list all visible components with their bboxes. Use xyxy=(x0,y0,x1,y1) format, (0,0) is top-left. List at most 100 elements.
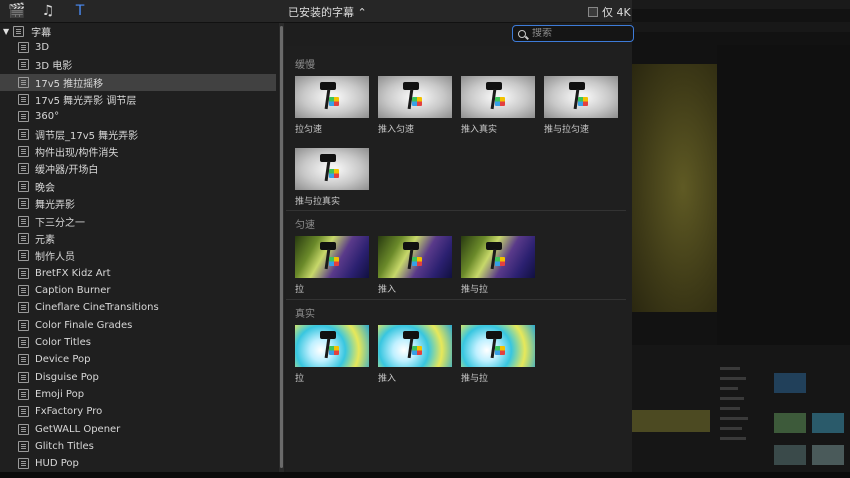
clip-thumbnail[interactable] xyxy=(774,445,806,465)
sidebar-item[interactable]: Color Titles xyxy=(0,334,276,351)
sidebar-item[interactable]: 3D xyxy=(0,39,276,56)
list-line xyxy=(720,407,740,410)
browser-title[interactable]: 已安装的字幕 ⌃ xyxy=(288,4,367,20)
sidebar-item[interactable]: Caption Burner xyxy=(0,282,276,299)
sidebar-item[interactable]: 17v5 舞光弄影 调节层 xyxy=(0,91,276,108)
only-4k-checkbox[interactable] xyxy=(588,7,598,17)
title-thumbnail[interactable] xyxy=(544,76,618,118)
background-app-menubar xyxy=(632,0,850,9)
gimbal-camera-icon xyxy=(483,82,505,110)
title-tile-label: 推入 xyxy=(378,374,397,384)
music-icon[interactable]: ♫ xyxy=(40,3,56,19)
title-tile[interactable]: 拉 xyxy=(295,236,369,295)
title-tile[interactable]: 推与拉 xyxy=(461,325,535,384)
title-thumbnail[interactable] xyxy=(295,148,369,190)
list-line xyxy=(720,397,744,400)
section-divider xyxy=(286,299,626,300)
title-thumbnail[interactable] xyxy=(378,76,452,118)
sidebar-item[interactable]: 下三分之一 xyxy=(0,213,276,230)
sidebar-root-titles[interactable]: ▼ 字幕 xyxy=(3,23,51,39)
clapper-icon[interactable]: 🎬 xyxy=(8,3,25,19)
sidebar-item[interactable]: Device Pop xyxy=(0,351,276,368)
title-tile[interactable]: 推与拉真实 xyxy=(295,148,369,207)
title-category-icon xyxy=(18,423,29,435)
gimbal-camera-icon xyxy=(317,154,339,182)
clip-thumbnail[interactable] xyxy=(812,445,844,465)
title-category-icon xyxy=(18,250,29,262)
title-thumbnail[interactable] xyxy=(295,325,369,367)
title-tile[interactable]: 拉匀速 xyxy=(295,76,369,135)
list-line xyxy=(720,367,740,370)
sidebar-root-label: 字幕 xyxy=(31,27,52,39)
title-tile[interactable]: 推入 xyxy=(378,236,452,295)
title-thumbnail[interactable] xyxy=(295,76,369,118)
sidebar-item[interactable]: Emoji Pop xyxy=(0,386,276,403)
sidebar-item[interactable]: BretFX Kidz Art xyxy=(0,265,276,282)
gimbal-camera-icon xyxy=(317,242,339,270)
title-category-icon xyxy=(18,128,29,140)
title-tile[interactable]: 推与拉匀速 xyxy=(544,76,618,135)
section-label: 真实 xyxy=(295,309,315,320)
title-category-icon xyxy=(18,302,29,314)
title-tile[interactable]: 推入匀速 xyxy=(378,76,452,135)
title-thumbnail[interactable] xyxy=(461,236,535,278)
sidebar-item[interactable]: GetWALL Opener xyxy=(0,421,276,438)
title-tile-label: 推与拉匀速 xyxy=(544,125,590,135)
title-category-icon xyxy=(18,389,29,400)
sidebar-item[interactable]: FxFactory Pro xyxy=(0,403,276,420)
titles-folder-icon xyxy=(13,25,25,37)
title-category-icon xyxy=(18,111,29,123)
sidebar-item[interactable]: 元素 xyxy=(0,230,276,247)
sidebar-item[interactable]: 晚会 xyxy=(0,178,276,195)
sidebar-item-label: Glitch Titles xyxy=(35,441,94,453)
sidebar-item[interactable]: 360° xyxy=(0,108,276,125)
disclosure-triangle-icon[interactable]: ▼ xyxy=(3,27,9,36)
sidebar-item[interactable]: 构件出现/构件消失 xyxy=(0,143,276,160)
list-line xyxy=(720,417,748,420)
titles-icon[interactable]: T xyxy=(72,3,88,19)
gimbal-camera-icon xyxy=(566,82,588,110)
title-thumbnail[interactable] xyxy=(461,76,535,118)
title-tile-label: 推与拉 xyxy=(461,285,489,295)
only-4k-toggle[interactable]: 仅 4K xyxy=(588,4,631,20)
sidebar-item[interactable]: Glitch Titles xyxy=(0,438,276,455)
sidebar-item-label: 晚会 xyxy=(35,182,55,194)
clip-thumbnail[interactable] xyxy=(812,413,844,433)
timeline-clip[interactable] xyxy=(632,410,710,432)
title-tile[interactable]: 拉 xyxy=(295,325,369,384)
title-thumbnail[interactable] xyxy=(378,325,452,367)
sidebar-item-label: 调节层_17v5 舞光弄影 xyxy=(35,130,139,142)
sidebar-item[interactable]: Color Finale Grades xyxy=(0,317,276,334)
list-line xyxy=(720,427,742,430)
title-tile[interactable]: 推与拉 xyxy=(461,236,535,295)
title-thumbnail[interactable] xyxy=(295,236,369,278)
title-tile-label: 拉 xyxy=(295,374,305,384)
title-tile[interactable]: 推入真实 xyxy=(461,76,535,135)
sidebar-item[interactable]: Cineflare CineTransitions xyxy=(0,299,276,316)
sidebar-item-label: 17v5 舞光弄影 调节层 xyxy=(35,96,137,108)
sidebar-item[interactable]: HUD Pop xyxy=(0,455,276,472)
search-field[interactable] xyxy=(512,25,634,42)
sidebar-item-label: 3D 电影 xyxy=(35,61,73,73)
viewer-frame xyxy=(632,64,717,312)
sidebar-item-label: Emoji Pop xyxy=(35,389,85,400)
clip-thumbnail[interactable] xyxy=(774,413,806,433)
sidebar-item-label: 360° xyxy=(35,111,60,123)
sidebar-item[interactable]: Disguise Pop xyxy=(0,369,276,386)
sidebar-item[interactable]: 制作人员 xyxy=(0,247,276,264)
title-thumbnail[interactable] xyxy=(378,236,452,278)
sidebar-item[interactable]: 3D 电影 xyxy=(0,56,276,73)
title-tile[interactable]: 推入 xyxy=(378,325,452,384)
clip-thumbnail[interactable] xyxy=(774,373,806,393)
title-tile-label: 推入匀速 xyxy=(378,125,415,135)
sidebar-item[interactable]: 缓冲器/开场白 xyxy=(0,160,276,177)
title-thumbnail[interactable] xyxy=(461,325,535,367)
sidebar-item-label: 缓冲器/开场白 xyxy=(35,165,99,177)
sidebar-scrollbar-thumb[interactable] xyxy=(280,26,283,468)
sidebar-item-label: 元素 xyxy=(35,234,55,246)
sidebar-item[interactable]: 17v5 推拉摇移 xyxy=(0,73,276,91)
sidebar-item[interactable]: 舞光弄影 xyxy=(0,195,276,212)
list-line xyxy=(720,437,746,440)
sidebar-item[interactable]: 调节层_17v5 舞光弄影 xyxy=(0,126,276,143)
search-input[interactable] xyxy=(532,28,622,39)
